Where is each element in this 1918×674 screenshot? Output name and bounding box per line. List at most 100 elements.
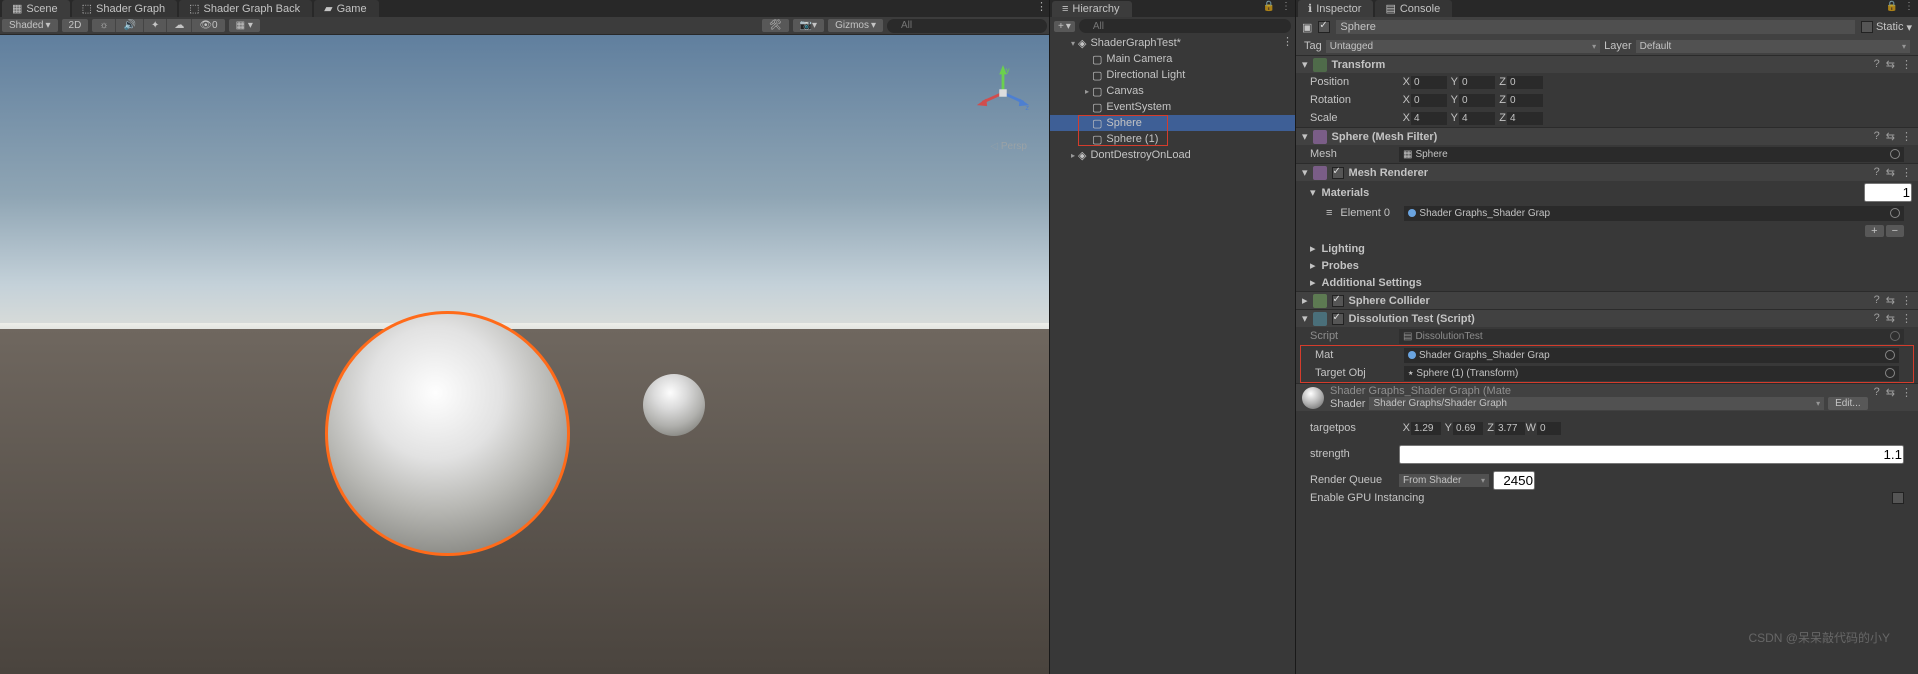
strength-input[interactable]: [1399, 445, 1904, 464]
static-checkbox[interactable]: [1861, 21, 1873, 33]
tab-shadergraph-back[interactable]: ⬚Shader Graph Back: [179, 0, 312, 17]
transform-header[interactable]: ▾ Transform ?⇆⋮: [1296, 55, 1918, 73]
view-2d-toggle[interactable]: 2D: [62, 19, 89, 32]
tab-inspector[interactable]: ℹInspector: [1298, 0, 1373, 17]
preset-icon[interactable]: ⇆: [1886, 294, 1895, 307]
tools-icon[interactable]: 🛠: [762, 19, 789, 32]
scene-root-row[interactable]: ▸◈DontDestroyOnLoad: [1050, 147, 1295, 163]
additional-foldout[interactable]: ▸Additional Settings: [1296, 274, 1918, 291]
mat-field[interactable]: Shader Graphs_Shader Grap: [1404, 348, 1899, 363]
scene-root-row[interactable]: ▾ ◈ ShaderGraphTest* ⋮: [1050, 35, 1295, 51]
mesh-field[interactable]: ▦Sphere: [1399, 147, 1904, 162]
preset-icon[interactable]: ⇆: [1886, 130, 1895, 143]
preset-icon[interactable]: ⇆: [1886, 58, 1895, 71]
tab-shadergraph[interactable]: ⬚Shader Graph: [72, 0, 178, 17]
preset-icon[interactable]: ⇆: [1886, 312, 1895, 325]
lighting-toggle[interactable]: ☼: [92, 19, 116, 32]
hierarchy-search-input[interactable]: [1079, 19, 1291, 33]
audio-toggle[interactable]: 🔊: [116, 19, 143, 32]
object-picker-icon[interactable]: [1885, 350, 1895, 360]
lock-icon[interactable]: 🔒: [1886, 1, 1898, 12]
tab-game[interactable]: ▰Game: [314, 0, 378, 17]
rotation-y-input[interactable]: [1459, 94, 1495, 107]
context-menu[interactable]: ⋮: [1901, 58, 1912, 71]
sphere-selected[interactable]: [325, 311, 570, 556]
meshrenderer-header[interactable]: ▾Mesh Renderer?⇆⋮: [1296, 163, 1918, 181]
help-icon[interactable]: ?: [1874, 58, 1880, 71]
grid-toggle[interactable]: ▦ ▾: [229, 19, 260, 32]
target-field[interactable]: ⭑Sphere (1) (Transform): [1404, 366, 1899, 381]
drag-handle-icon[interactable]: ≡: [1326, 207, 1332, 219]
probes-foldout[interactable]: ▸Probes: [1296, 257, 1918, 274]
materials-subheader[interactable]: ▾Materials: [1296, 181, 1918, 204]
scale-x-input[interactable]: [1411, 112, 1447, 125]
fx-toggle[interactable]: ✦: [144, 19, 167, 32]
expand-triangle[interactable]: ▾: [1068, 39, 1078, 48]
tab-console[interactable]: ▤Console: [1375, 0, 1452, 17]
preset-icon[interactable]: ⇆: [1886, 386, 1895, 399]
lock-icon[interactable]: 🔒: [1263, 1, 1275, 12]
position-x-input[interactable]: [1411, 76, 1447, 89]
hierarchy-item[interactable]: ▢Directional Light: [1050, 67, 1295, 83]
expand-triangle[interactable]: ▸: [1310, 276, 1316, 289]
expand-triangle[interactable]: ▸: [1068, 151, 1078, 160]
position-y-input[interactable]: [1459, 76, 1495, 89]
enabled-checkbox[interactable]: [1332, 167, 1344, 179]
scale-y-input[interactable]: [1459, 112, 1495, 125]
position-z-input[interactable]: [1507, 76, 1543, 89]
targetpos-w-input[interactable]: [1537, 422, 1561, 435]
tab-context-menu[interactable]: ⋮: [1036, 0, 1047, 13]
context-menu[interactable]: ⋮: [1901, 166, 1912, 179]
context-menu[interactable]: ⋮: [1901, 312, 1912, 325]
object-picker-icon[interactable]: [1885, 368, 1895, 378]
orientation-gizmo[interactable]: y z: [975, 65, 1031, 121]
tab-scene[interactable]: ▦Scene: [2, 0, 70, 17]
layer-dropdown[interactable]: Default: [1636, 40, 1910, 53]
scene-viewport[interactable]: y z ◁ Persp: [0, 35, 1049, 674]
camera-dropdown[interactable]: 📷▾: [793, 19, 824, 32]
shading-mode-dropdown[interactable]: Shaded▾: [2, 19, 58, 32]
gameobject-name-input[interactable]: [1336, 20, 1855, 34]
perspective-label[interactable]: ◁ Persp: [990, 141, 1027, 152]
static-toggle[interactable]: Static▾: [1861, 21, 1912, 34]
context-menu[interactable]: ⋮: [1904, 1, 1914, 12]
spherecollider-header[interactable]: ▸Sphere Collider?⇆⋮: [1296, 291, 1918, 309]
script-header[interactable]: ▾Dissolution Test (Script)?⇆⋮: [1296, 309, 1918, 327]
add-button[interactable]: +: [1865, 225, 1883, 237]
hierarchy-item[interactable]: ▢EventSystem: [1050, 99, 1295, 115]
element0-field[interactable]: Shader Graphs_Shader Grap: [1404, 206, 1904, 221]
help-icon[interactable]: ?: [1874, 312, 1880, 325]
expand-triangle[interactable]: ▾: [1302, 312, 1308, 325]
hierarchy-item-selected[interactable]: ▢Sphere: [1050, 115, 1295, 131]
gizmos-dropdown[interactable]: Gizmos▾: [828, 19, 883, 32]
create-dropdown[interactable]: +▾: [1054, 21, 1075, 32]
targetpos-y-input[interactable]: [1453, 422, 1483, 435]
rotation-x-input[interactable]: [1411, 94, 1447, 107]
renderqueue-input[interactable]: [1493, 471, 1535, 490]
rotation-z-input[interactable]: [1507, 94, 1543, 107]
hierarchy-item[interactable]: ▢Main Camera: [1050, 51, 1295, 67]
expand-triangle[interactable]: ▾: [1302, 58, 1308, 71]
targetpos-x-input[interactable]: [1411, 422, 1441, 435]
enabled-checkbox[interactable]: [1332, 313, 1344, 325]
shader-dropdown[interactable]: Shader Graphs/Shader Graph: [1369, 397, 1824, 410]
expand-triangle[interactable]: ▾: [1310, 186, 1316, 199]
tag-dropdown[interactable]: Untagged: [1326, 40, 1600, 53]
hierarchy-item[interactable]: ▸▢Canvas: [1050, 83, 1295, 99]
targetpos-z-input[interactable]: [1495, 422, 1525, 435]
gpu-instancing-checkbox[interactable]: [1892, 492, 1904, 504]
context-menu[interactable]: ⋮: [1281, 1, 1291, 12]
help-icon[interactable]: ?: [1874, 166, 1880, 179]
gizmo-vis-toggle[interactable]: 👁0: [192, 19, 224, 32]
sky-toggle[interactable]: ☁: [167, 19, 192, 32]
object-picker-icon[interactable]: [1890, 208, 1900, 218]
materials-count-input[interactable]: [1864, 183, 1912, 202]
renderqueue-dropdown[interactable]: From Shader: [1399, 474, 1489, 487]
expand-triangle[interactable]: ▸: [1310, 242, 1316, 255]
material-header[interactable]: Shader Graphs_Shader Graph (Mate Shader …: [1296, 383, 1918, 411]
context-menu[interactable]: ⋮: [1901, 130, 1912, 143]
sphere-secondary[interactable]: [643, 374, 705, 436]
expand-triangle[interactable]: ▾: [1302, 130, 1308, 143]
object-picker-icon[interactable]: [1890, 149, 1900, 159]
edit-shader-button[interactable]: Edit...: [1828, 397, 1868, 410]
